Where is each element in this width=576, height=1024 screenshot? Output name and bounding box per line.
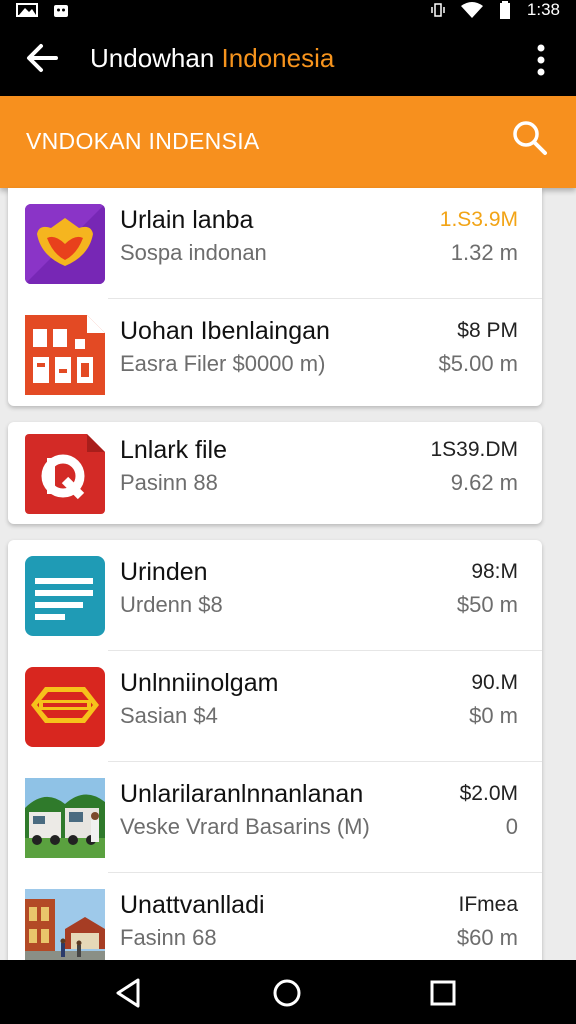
status-bar: 1:38 xyxy=(0,0,576,20)
item-size: 90.M xyxy=(471,671,518,694)
android-icon xyxy=(54,5,68,17)
photo-building-thumbnail xyxy=(25,889,105,969)
item-name: Uohan Ibenlaingan xyxy=(120,317,330,345)
item-size: $2.0M xyxy=(459,782,518,805)
red-r-file-app-icon xyxy=(25,434,105,514)
search-icon[interactable] xyxy=(510,118,550,158)
app-card: Urlain lanba Sospa indonan 1.S3.9M 1.32 … xyxy=(8,188,542,406)
item-subtitle: Sospa indonan xyxy=(120,240,267,265)
app-card: Urinden Urdenn $8 98:M $50 m Unlnniinolg… xyxy=(8,540,542,980)
search-bar-title: VNDOKAN INDENSIA xyxy=(26,128,260,154)
item-size: 98:M xyxy=(471,560,518,583)
list-item[interactable]: Urlain lanba Sospa indonan 1.S3.9M 1.32 … xyxy=(8,188,542,299)
item-name: Unlnniinolgam xyxy=(120,669,279,697)
item-subtitle: Veske Vrard Basarins (M) xyxy=(120,814,370,839)
list-item[interactable]: Uohan Ibenlaingan Easra Filer $0000 m) $… xyxy=(8,299,542,406)
list-item[interactable]: Urinden Urdenn $8 98:M $50 m xyxy=(8,540,542,651)
list-item[interactable]: Unlarilaranlnnanlanan Veske Vrard Basari… xyxy=(8,762,542,873)
app-title: Undowhan Indonesia xyxy=(90,42,334,74)
item-size: 1S39.DM xyxy=(430,438,518,461)
recents-square-icon[interactable] xyxy=(426,976,460,1010)
status-time: 1:38 xyxy=(526,0,560,19)
item-meta: 9.62 m xyxy=(450,470,518,495)
item-meta: 0 xyxy=(505,814,518,839)
back-arrow-icon[interactable] xyxy=(22,38,62,78)
home-circle-icon[interactable] xyxy=(270,976,304,1010)
navigation-bar xyxy=(0,960,576,1024)
item-subtitle: Urdenn $8 xyxy=(120,592,223,617)
item-name: Unlarilaranlnnanlanan xyxy=(120,780,364,808)
item-subtitle: Easra Filer $0000 m) xyxy=(120,351,326,376)
item-size: $8 PM xyxy=(457,319,518,342)
app-card: Lnlark file Pasinn 88 1S39.DM 9.62 m xyxy=(8,422,542,524)
item-meta: 1.32 m xyxy=(450,240,518,265)
item-meta: $60 m xyxy=(456,925,518,950)
item-name: Lnlark file xyxy=(120,436,227,464)
red-yellow-banner-app-icon xyxy=(25,667,105,747)
battery-icon xyxy=(499,1,510,19)
app-title-main: Undowhan xyxy=(90,43,222,73)
search-bar: VNDOKAN INDENSIA xyxy=(0,96,576,188)
item-meta: $50 m xyxy=(456,592,518,617)
item-subtitle: Fasinn 68 xyxy=(120,925,217,950)
list-item[interactable]: Lnlark file Pasinn 88 1S39.DM 9.62 m xyxy=(8,422,542,524)
back-triangle-icon[interactable] xyxy=(112,976,146,1010)
app-title-accent: Indonesia xyxy=(221,43,335,73)
photo-trucks-thumbnail xyxy=(25,778,105,858)
teal-notes-app-icon xyxy=(25,556,105,636)
item-subtitle: Pasinn 88 xyxy=(120,470,218,495)
red-document-app-icon xyxy=(25,315,105,395)
item-meta: $0 m xyxy=(469,703,518,728)
item-meta: $5.00 m xyxy=(438,351,519,376)
item-name: Unattvanlladi xyxy=(120,891,265,919)
item-size: IFmea xyxy=(458,893,518,916)
item-name: Urlain lanba xyxy=(120,206,254,234)
wifi-icon xyxy=(460,2,483,18)
purple-shield-app-icon xyxy=(25,204,105,284)
item-name: Urinden xyxy=(120,558,208,586)
more-vert-icon[interactable] xyxy=(526,40,556,80)
vibrate-icon xyxy=(431,3,445,17)
item-subtitle: Sasian $4 xyxy=(120,703,218,728)
gallery-icon xyxy=(16,3,38,17)
item-size: 1.S3.9M xyxy=(439,208,518,231)
app-bar: Undowhan Indonesia xyxy=(0,20,576,96)
list-item[interactable]: Unlnniinolgam Sasian $4 90.M $0 m xyxy=(8,651,542,762)
